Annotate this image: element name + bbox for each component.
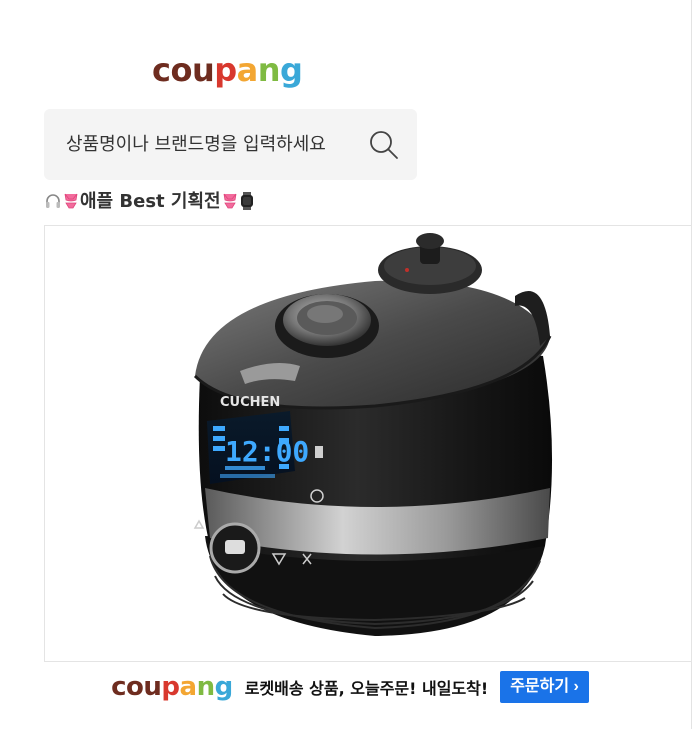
logo-letter: n <box>196 672 216 702</box>
coupang-logo-small: coupang <box>111 672 233 702</box>
logo-letter: c <box>152 51 171 89</box>
headphones-icon <box>44 192 62 217</box>
logo-letter: n <box>257 51 281 89</box>
promo-title[interactable]: 애플 Best 기획전 <box>44 190 255 217</box>
logo-letter: o <box>170 51 192 89</box>
coupang-logo[interactable]: coupang <box>152 50 303 90</box>
bikini-icon <box>62 192 80 217</box>
watch-icon <box>239 192 255 217</box>
logo-letter: c <box>111 672 127 702</box>
banner-text: 로켓배송 상품, 오늘주문! 내일도착! <box>244 679 489 698</box>
promo-title-text: 애플 Best 기획전 <box>80 191 221 212</box>
logo-letter: p <box>161 672 180 702</box>
logo-letter: a <box>179 672 198 702</box>
logo-letter: g <box>214 672 234 702</box>
logo-letter: u <box>191 51 215 89</box>
search-box[interactable]: 상품명이나 브랜드명을 입력하세요 <box>44 109 417 180</box>
logo-letter: p <box>214 51 237 89</box>
ad-page: coupang 상품명이나 브랜드명을 입력하세요 애플 Best 기획전 CU… <box>0 0 700 729</box>
product-image[interactable]: CUCHEN 12:00 <box>44 225 692 662</box>
logo-letter: o <box>126 672 144 702</box>
search-input[interactable]: 상품명이나 브랜드명을 입력하세요 <box>66 134 326 156</box>
order-button[interactable]: 주문하기 › <box>500 671 589 703</box>
chevron-right-icon: › <box>573 678 579 695</box>
bikini-icon <box>221 192 239 217</box>
product-display-time: 12:00 <box>225 435 309 468</box>
logo-letter: a <box>236 51 259 89</box>
logo-letter: g <box>280 51 303 89</box>
order-button-label: 주문하기 <box>510 678 570 695</box>
logo-letters: coupang <box>152 51 303 89</box>
logo-letters: coupang <box>111 672 233 702</box>
logo-letter: u <box>143 672 162 702</box>
product-brand-text: CUCHEN <box>220 395 280 410</box>
search-icon[interactable] <box>366 127 402 163</box>
rocket-delivery-banner[interactable]: coupang 로켓배송 상품, 오늘주문! 내일도착! 주문하기 › <box>0 668 700 706</box>
